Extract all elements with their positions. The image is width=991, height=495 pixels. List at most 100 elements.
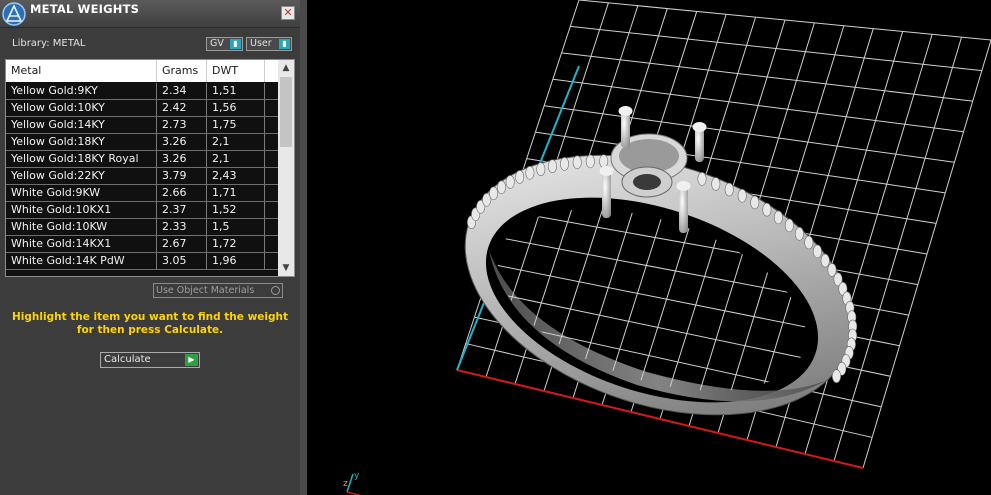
table-row[interactable]: Yellow Gold:22KY 3.79 2,43 (6, 168, 278, 185)
grams-cell: 2.42 (157, 100, 207, 116)
table-body: Yellow Gold:9KY 2.34 1,51 Yellow Gold:10KY… (6, 83, 278, 270)
table-scrollbar[interactable]: ▲ ▼ (278, 60, 294, 276)
table-row[interactable]: Yellow Gold:10KY 2.42 1,56 (6, 100, 278, 117)
bead (762, 202, 772, 217)
dwt-cell: 1,96 (207, 253, 265, 269)
app-logo-icon (2, 2, 26, 26)
table-header: Metal Grams DWT (6, 60, 278, 82)
dwt-cell: 1,5 (207, 219, 265, 235)
metal-cell: White Gold:9KW (6, 185, 157, 201)
bead (773, 210, 783, 225)
bead (497, 180, 507, 195)
table-row[interactable]: White Gold:14K PdW 3.05 1,96 (6, 253, 278, 270)
grams-cell: 2.33 (157, 219, 207, 235)
grams-cell: 2.67 (157, 236, 207, 252)
dwt-cell: 1,75 (207, 117, 265, 133)
table-row[interactable]: White Gold:9KW 2.66 1,71 (6, 185, 278, 202)
close-button[interactable]: ✕ (281, 6, 295, 20)
bead (489, 186, 499, 201)
panel-title: METAL WEIGHTS (30, 2, 140, 16)
grid-line (804, 34, 933, 455)
metal-cell: Yellow Gold:14KY (6, 117, 157, 133)
panel-titlebar: METAL WEIGHTS ✕ (0, 0, 300, 28)
grams-cell: 3.26 (157, 151, 207, 167)
bead (812, 244, 822, 259)
bead (820, 253, 830, 268)
grams-cell: 2.73 (157, 117, 207, 133)
table-row[interactable]: Yellow Gold:14KY 2.73 1,75 (6, 117, 278, 134)
grams-cell: 3.26 (157, 134, 207, 150)
scroll-thumb[interactable] (280, 77, 292, 147)
bead (804, 235, 814, 250)
dwt-cell: 2,1 (207, 134, 265, 150)
grams-cell: 3.05 (157, 253, 207, 269)
instruction-text: Highlight the item you want to find the … (0, 311, 300, 337)
bead (831, 369, 841, 384)
grams-cell: 2.66 (157, 185, 207, 201)
metal-cell: White Gold:14K PdW (6, 253, 157, 269)
svg-text:z: z (343, 479, 348, 489)
table-row[interactable]: White Gold:10KW 2.33 1,5 (6, 219, 278, 236)
metal-cell: White Gold:10KW (6, 219, 157, 235)
instruction-line-1: Highlight the item you want to find the … (12, 311, 288, 323)
close-icon: ✕ (283, 6, 293, 19)
use-object-materials-option[interactable]: Use Object Materials (153, 283, 283, 298)
scroll-down-icon[interactable]: ▼ (278, 260, 294, 276)
metal-cell: Yellow Gold:10KY (6, 100, 157, 116)
calculate-label: Calculate (104, 354, 151, 365)
grams-cell: 2.34 (157, 83, 207, 99)
axis-gizmo-icon: y z (343, 471, 360, 495)
panel-divider[interactable] (300, 0, 307, 495)
bead (515, 170, 525, 184)
bead (750, 195, 760, 210)
dwt-cell: 2,1 (207, 151, 265, 167)
instruction-line-2: for then press Calculate. (76, 324, 224, 336)
bead (572, 155, 582, 170)
metal-table: Metal Grams DWT Yellow Gold:9KY 2.34 1,51 … (5, 59, 295, 277)
dwt-cell: 1,72 (207, 236, 265, 252)
column-header-metal[interactable]: Metal (6, 60, 157, 82)
bead (697, 172, 707, 186)
bead (505, 175, 515, 189)
dwt-cell: 1,52 (207, 202, 265, 218)
table-row[interactable]: Yellow Gold:9KY 2.34 1,51 (6, 83, 278, 100)
bead (536, 162, 546, 176)
use-object-materials-label: Use Object Materials (156, 285, 255, 296)
column-header-dwt[interactable]: DWT (207, 60, 265, 82)
user-label: User (250, 38, 272, 49)
table-row[interactable]: White Gold:10KX1 2.37 1,52 (6, 202, 278, 219)
metal-cell: Yellow Gold:18KY Royal (6, 151, 157, 167)
bead (737, 189, 747, 203)
column-header-grams[interactable]: Grams (157, 60, 207, 82)
toggle-icon: ▮ (230, 39, 241, 49)
bead (585, 154, 595, 169)
bead (724, 182, 734, 197)
bead (794, 227, 804, 241)
table-row[interactable]: Yellow Gold:18KY Royal 3.26 2,1 (6, 151, 278, 168)
play-arrow-icon: ▶ (185, 354, 198, 366)
gv-label: GV (210, 38, 224, 49)
metal-cell: Yellow Gold:9KY (6, 83, 157, 99)
axis-label-y: y (354, 471, 360, 481)
bead (784, 218, 794, 233)
grid-line (833, 36, 963, 462)
scroll-up-icon[interactable]: ▲ (278, 60, 294, 76)
grid-line (862, 39, 991, 469)
metal-weights-panel: METAL WEIGHTS ✕ Library: METAL GV ▮ User… (0, 0, 300, 495)
user-toggle-button[interactable]: User ▮ (246, 37, 292, 51)
calculate-button[interactable]: Calculate ▶ (100, 352, 200, 368)
toggle-icon: ▮ (279, 39, 290, 49)
gv-toggle-button[interactable]: GV ▮ (206, 37, 243, 51)
bead (547, 159, 557, 173)
dwt-cell: 1,71 (207, 185, 265, 201)
dwt-cell: 1,56 (207, 100, 265, 116)
metal-cell: Yellow Gold:22KY (6, 168, 157, 184)
3d-viewport[interactable]: y z (307, 0, 991, 495)
radio-icon (271, 286, 280, 295)
table-row[interactable]: Yellow Gold:18KY 3.26 2,1 (6, 134, 278, 151)
table-row[interactable]: White Gold:14KX1 2.67 1,72 (6, 236, 278, 253)
metal-cell: Yellow Gold:18KY (6, 134, 157, 150)
metal-cell: White Gold:14KX1 (6, 236, 157, 252)
bead (599, 154, 609, 168)
bead (711, 177, 721, 191)
